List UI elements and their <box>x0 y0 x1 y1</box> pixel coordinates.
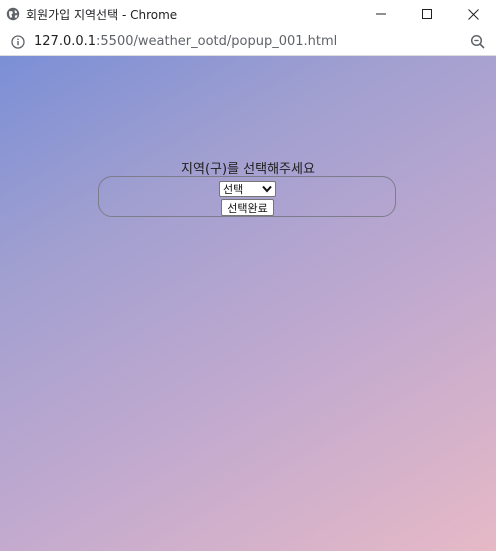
chevron-down-icon <box>262 185 272 193</box>
region-select[interactable]: 선택 <box>219 181 276 197</box>
close-button[interactable] <box>450 0 496 28</box>
maximize-icon <box>422 9 432 19</box>
window-title: 회원가입 지역선택 - Chrome <box>26 7 178 22</box>
title-bar: 회원가입 지역선택 - Chrome <box>0 0 496 28</box>
close-icon <box>467 8 479 20</box>
url-path: :5500/weather_ootd/popup_001.html <box>96 34 338 49</box>
window-controls <box>358 0 496 28</box>
minimize-icon <box>376 13 386 15</box>
address-bar[interactable]: 127.0.0.1:5500/weather_ootd/popup_001.ht… <box>0 28 496 56</box>
globe-icon <box>6 7 20 21</box>
maximize-button[interactable] <box>404 0 450 28</box>
url-host: 127.0.0.1 <box>34 34 97 49</box>
page-content: 지역(구)를 선택해주세요 선택 선택완료 <box>0 56 496 551</box>
minimize-button[interactable] <box>358 0 404 28</box>
region-prompt: 지역(구)를 선택해주세요 <box>181 162 315 177</box>
url-text[interactable]: 127.0.0.1:5500/weather_ootd/popup_001.ht… <box>34 34 337 49</box>
info-icon[interactable] <box>10 34 26 50</box>
submit-button[interactable]: 선택완료 <box>221 199 274 216</box>
zoom-icon[interactable] <box>470 34 486 50</box>
browser-window: 회원가입 지역선택 - Chrome 127.0.0.1:5500/weathe… <box>0 0 496 551</box>
region-select-value: 선택 <box>223 183 244 196</box>
